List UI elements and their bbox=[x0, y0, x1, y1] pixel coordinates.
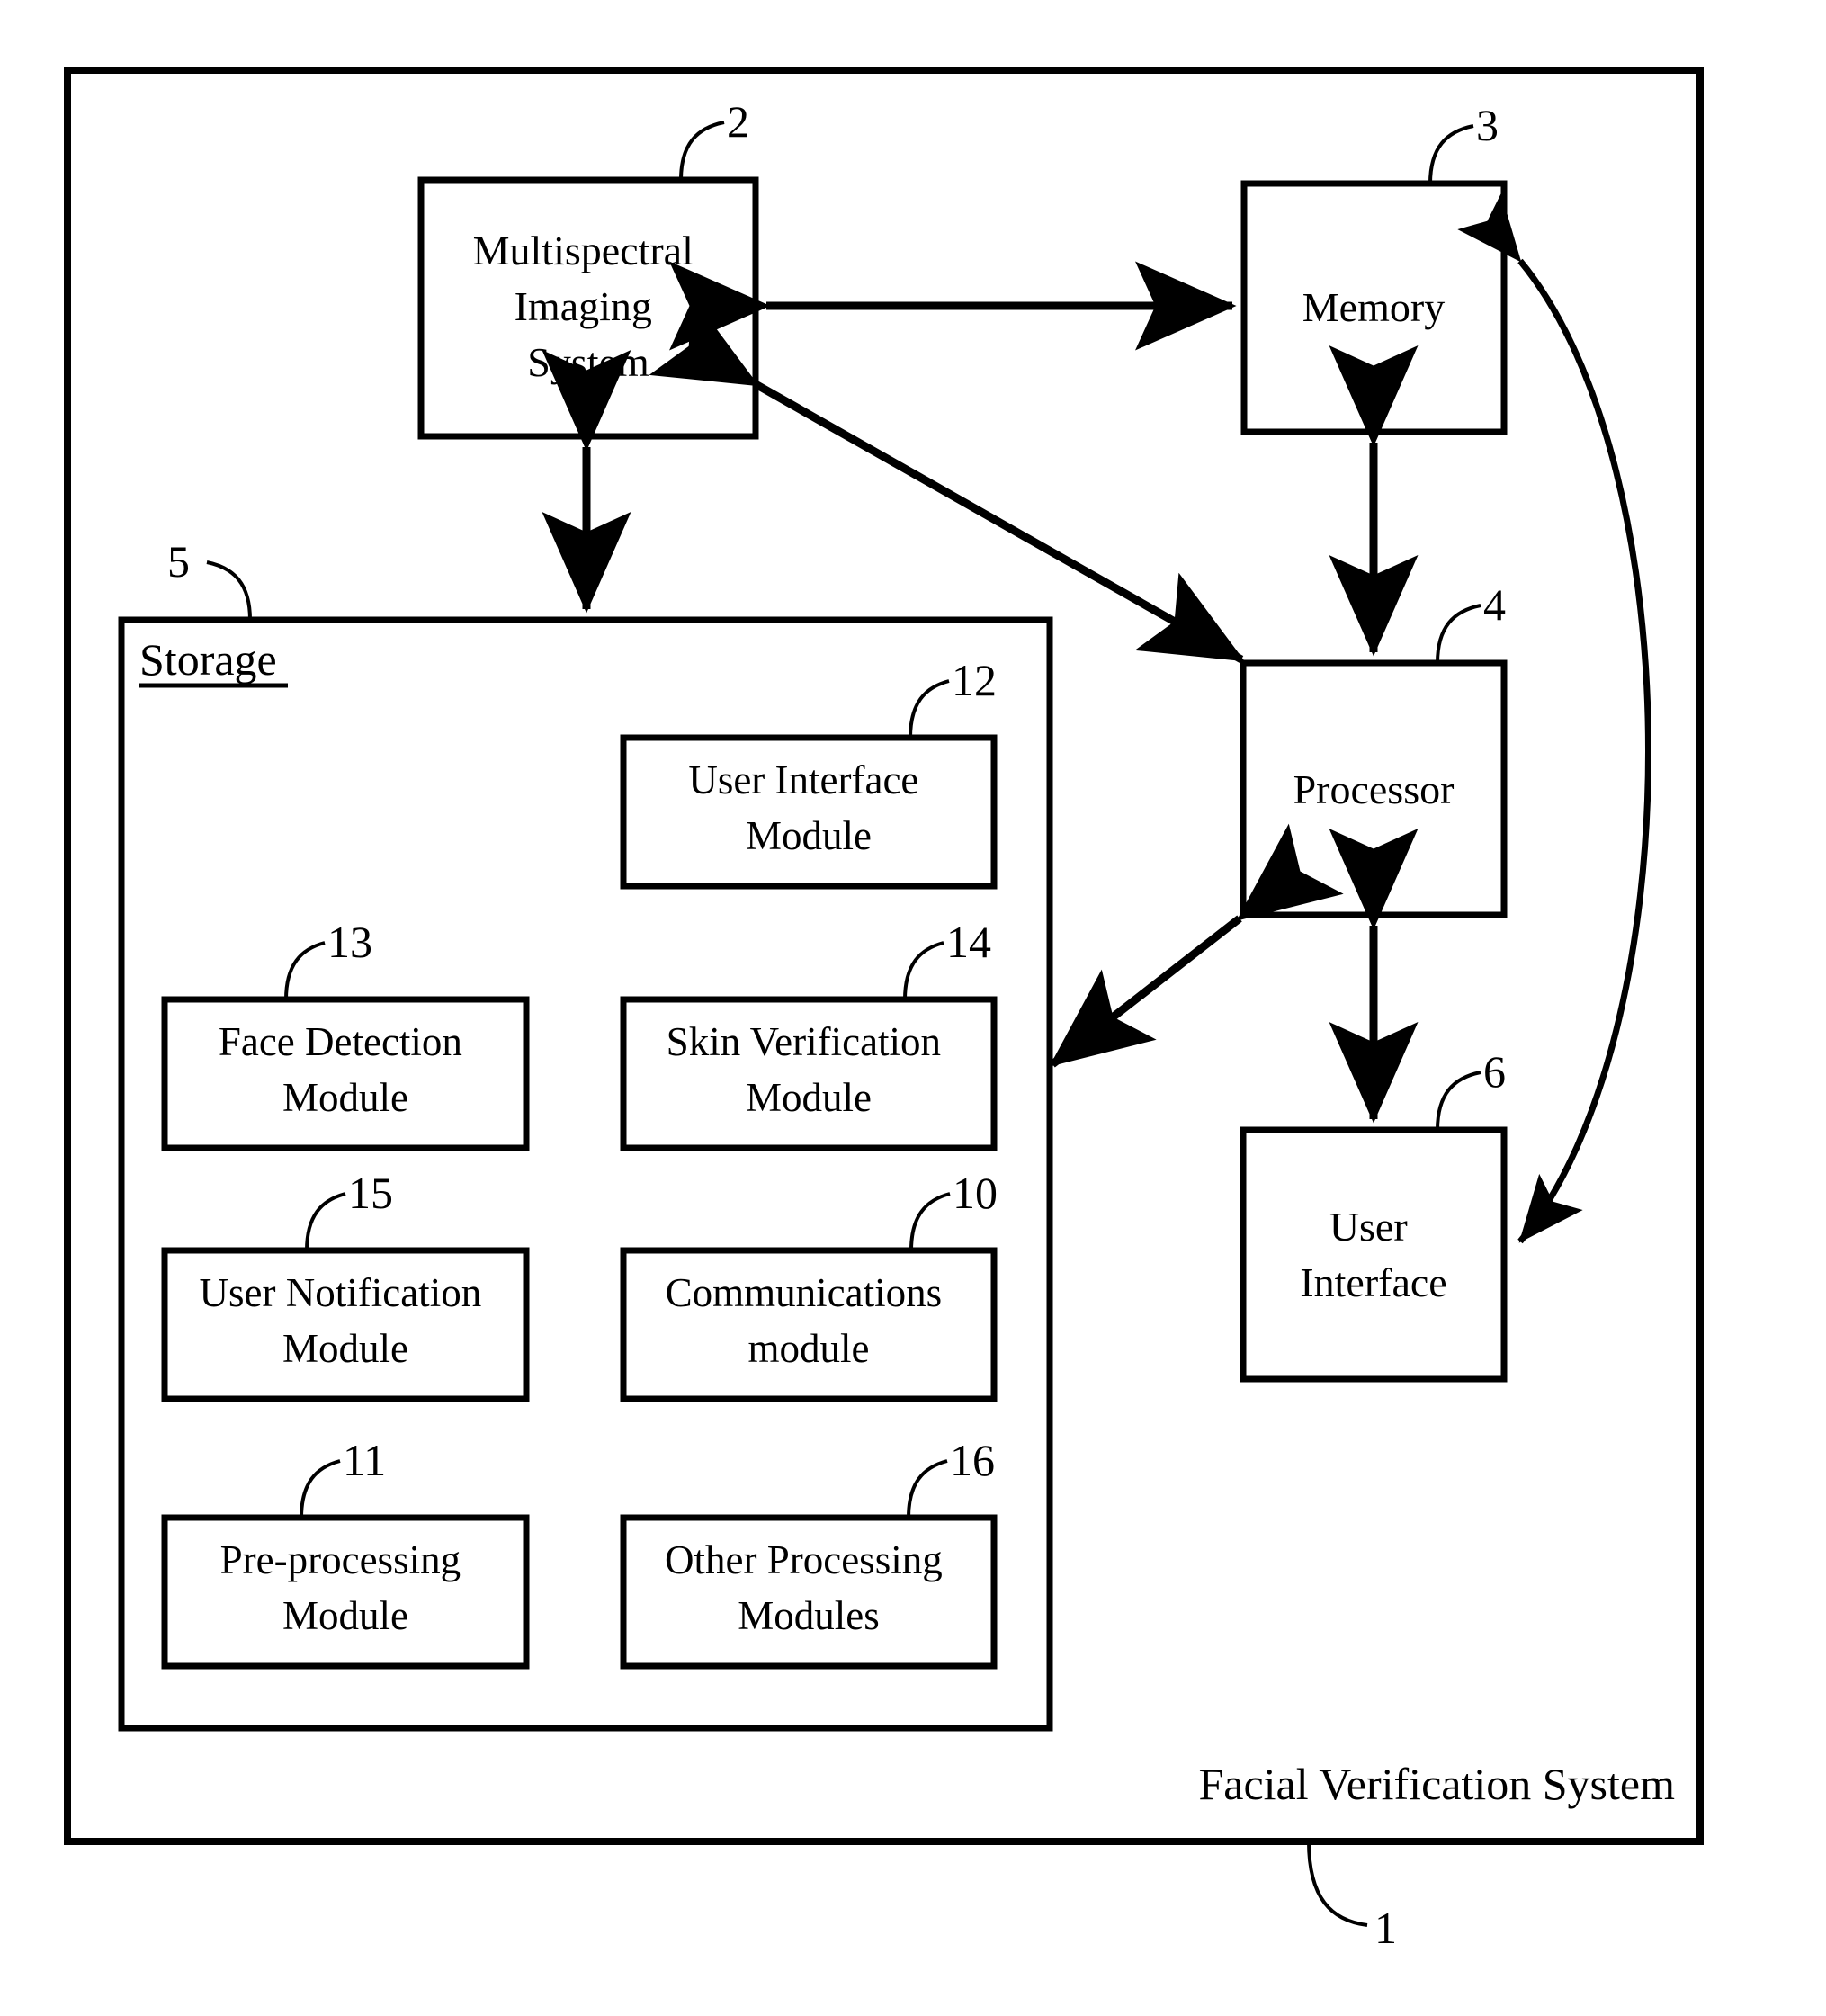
label-memory: Memory bbox=[1302, 284, 1445, 330]
reference-numeral-15: 15 bbox=[348, 1168, 393, 1218]
reference-numeral-13: 13 bbox=[327, 917, 372, 967]
reference-numeral-12: 12 bbox=[952, 655, 997, 705]
reference-numeral-10: 10 bbox=[953, 1168, 998, 1218]
reference-numeral-14: 14 bbox=[946, 917, 991, 967]
leader-line-1 bbox=[1307, 1841, 1368, 1927]
block-user-interface[interactable] bbox=[1240, 1126, 1508, 1383]
reference-numeral-1: 1 bbox=[1374, 1903, 1397, 1953]
reference-numeral-16: 16 bbox=[950, 1435, 995, 1485]
reference-numeral-11: 11 bbox=[343, 1435, 386, 1485]
label-processor: Processor bbox=[1293, 766, 1455, 812]
reference-numeral-3: 3 bbox=[1476, 100, 1499, 150]
label-storage: Storage bbox=[139, 634, 277, 685]
reference-numeral-4: 4 bbox=[1483, 579, 1506, 630]
reference-numeral-6: 6 bbox=[1483, 1046, 1506, 1097]
figure-canvas: Multispectral Imaging System Memory Proc… bbox=[0, 0, 1826, 2016]
reference-numeral-2: 2 bbox=[727, 96, 749, 147]
label-facial-verification-system: Facial Verification System bbox=[1198, 1759, 1675, 1809]
reference-numeral-5: 5 bbox=[167, 536, 190, 587]
